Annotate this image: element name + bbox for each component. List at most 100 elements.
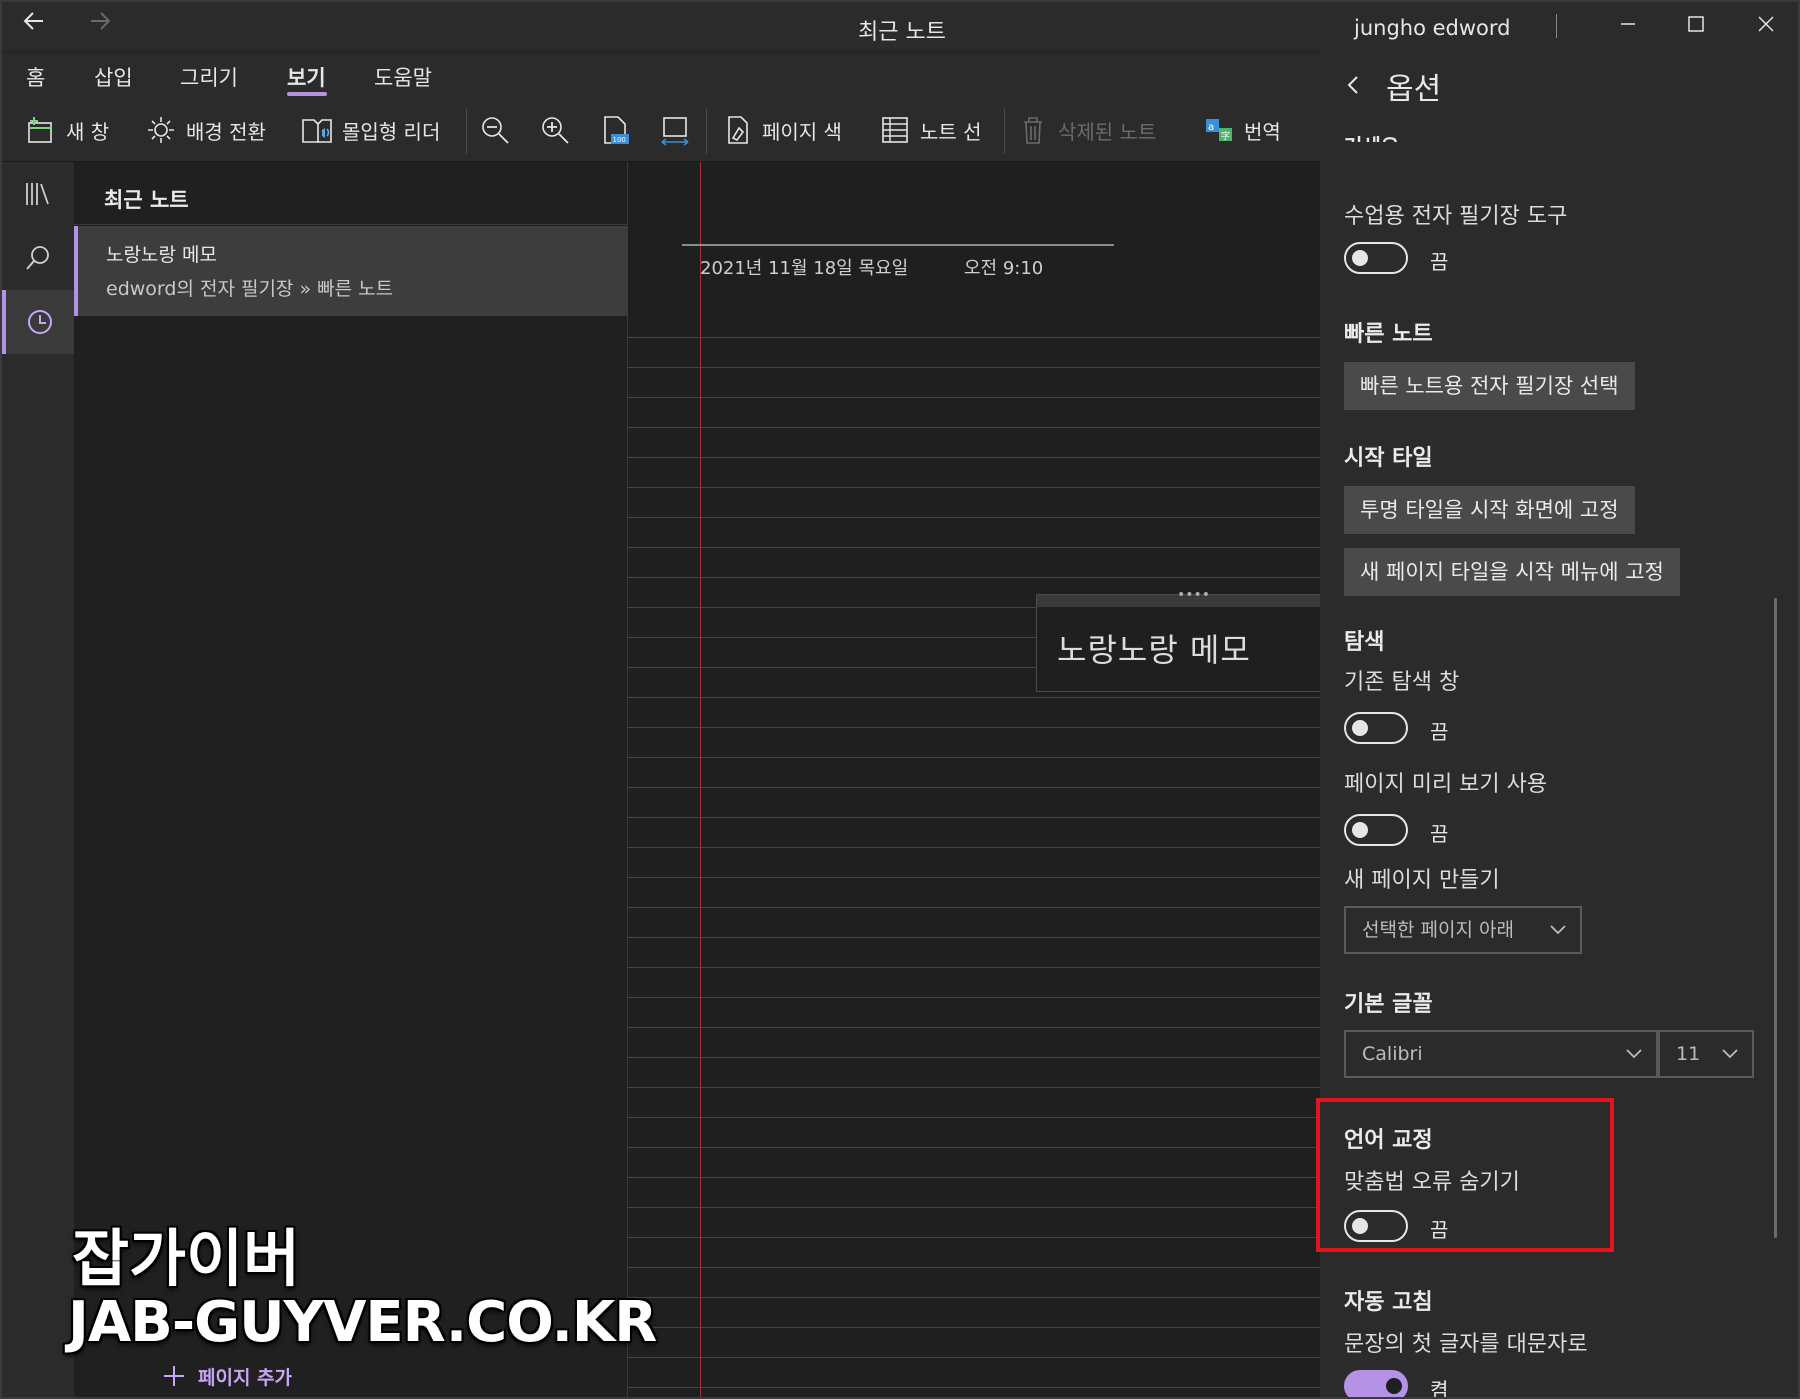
- navigation-heading: 탐색: [1344, 630, 1385, 655]
- zoom-in-icon: [538, 113, 572, 147]
- close-icon: [1758, 16, 1774, 32]
- chevron-down-icon: [1550, 925, 1566, 935]
- zoom-out-button[interactable]: [478, 110, 512, 150]
- options-title: 옵션: [1386, 72, 1442, 107]
- tab-draw[interactable]: 그리기: [180, 62, 238, 92]
- list-item[interactable]: 노랑노랑 메모 edword의 전자 필기장 » 빠른 노트: [74, 226, 628, 316]
- drag-dots-icon: ••••: [1177, 587, 1211, 603]
- note-title: 노랑노랑 메모: [106, 244, 217, 266]
- quick-notes-heading: 빠른 노트: [1344, 322, 1433, 347]
- new-page-label: 새 페이지 만들기: [1344, 868, 1500, 893]
- canvas-header-area: [628, 162, 1320, 322]
- new-window-icon: [24, 113, 58, 147]
- new-window-button[interactable]: 새 창: [24, 110, 109, 150]
- start-tile-heading: 시작 타일: [1344, 446, 1433, 471]
- switch-background-button[interactable]: 배경 전환: [144, 110, 266, 150]
- minimize-button[interactable]: [1608, 10, 1648, 42]
- note-container[interactable]: •••• 노랑노랑 메모: [1036, 587, 1320, 692]
- legacy-navigation-toggle[interactable]: [1344, 712, 1408, 744]
- active-tab-indicator: [287, 92, 327, 96]
- toolbar-divider: [466, 108, 467, 154]
- dropdown-value: Calibri: [1362, 1043, 1423, 1065]
- svg-text:a: a: [1208, 122, 1214, 133]
- page-color-icon: [720, 113, 754, 147]
- immersive-reader-label: 몰입형 리더: [342, 119, 441, 144]
- library-icon: [26, 183, 49, 205]
- capitalize-toggle[interactable]: [1344, 1370, 1408, 1397]
- onenote-window: 최근 노트 jungho edword 홈 삽입 그리기 보기 도움말 새 창 …: [0, 0, 1800, 1399]
- immersive-reader-button[interactable]: 몰입형 리더: [300, 110, 440, 150]
- minimize-icon: [1621, 23, 1635, 25]
- toolbar-divider: [706, 108, 707, 154]
- legacy-navigation-label: 기존 탐색 창: [1344, 670, 1460, 695]
- translate-label: 번역: [1244, 119, 1281, 144]
- capitalize-label: 문장의 첫 글자를 대문자로: [1344, 1332, 1588, 1357]
- account-name[interactable]: jungho edword: [1354, 16, 1511, 40]
- watermark-title: 잡가이버: [72, 1222, 301, 1295]
- page-width-button[interactable]: [658, 110, 692, 150]
- switch-background-label: 배경 전환: [186, 119, 266, 144]
- chevron-down-icon: [1722, 1049, 1738, 1059]
- search-button[interactable]: [2, 226, 74, 290]
- classroom-tools-toggle[interactable]: [1344, 242, 1408, 274]
- dropdown-value: 선택한 페이지 아래: [1362, 919, 1514, 941]
- back-chevron-icon[interactable]: [1344, 69, 1362, 104]
- new-window-label: 새 창: [66, 119, 110, 144]
- quick-notes-notebook-button[interactable]: 빠른 노트용 전자 필기장 선택: [1344, 362, 1635, 410]
- toolbar-divider: [1004, 108, 1005, 154]
- toggle-state: 끔: [1430, 720, 1449, 744]
- page-preview-toggle[interactable]: [1344, 814, 1408, 846]
- deleted-notes-label: 삭제된 노트: [1058, 119, 1157, 144]
- pin-new-page-tile-button[interactable]: 새 페이지 타일을 시작 메뉴에 고정: [1344, 548, 1680, 596]
- toggle-state: 켬: [1430, 1378, 1449, 1399]
- title-separator: [1556, 14, 1557, 38]
- note-canvas[interactable]: 2021년 11월 18일 목요일 오전 9:10 •••• 노랑노랑 메모: [628, 162, 1320, 1397]
- tab-home[interactable]: 홈: [26, 62, 45, 92]
- note-body-text[interactable]: 노랑노랑 메모: [1057, 625, 1251, 671]
- recent-notes-button[interactable]: [2, 290, 74, 354]
- autocorrect-heading: 자동 고침: [1344, 1290, 1433, 1315]
- window-title: 최근 노트: [858, 20, 946, 45]
- zoom-100-button[interactable]: 100: [598, 110, 632, 150]
- tab-help[interactable]: 도움말: [374, 62, 432, 92]
- maximize-icon: [1688, 16, 1704, 32]
- immersive-reader-icon: [300, 113, 334, 147]
- pin-transparent-tile-button[interactable]: 투명 타일을 시작 화면에 고정: [1344, 486, 1635, 534]
- new-page-dropdown[interactable]: 선택한 페이지 아래: [1344, 906, 1582, 954]
- page-100-icon: 100: [598, 113, 632, 147]
- note-date: 2021년 11월 18일 목요일: [700, 258, 909, 279]
- chevron-down-icon: [1626, 1049, 1642, 1059]
- rule-lines-icon: [878, 113, 912, 147]
- note-time: 오전 9:10: [964, 258, 1044, 279]
- panel-divider: [74, 224, 628, 225]
- rule-lines-button[interactable]: 노트 선: [878, 110, 982, 150]
- svg-text:100: 100: [613, 136, 626, 144]
- dropdown-value: 11: [1676, 1043, 1701, 1065]
- title-bar: 최근 노트 jungho edword: [2, 2, 1798, 50]
- close-button[interactable]: [1746, 10, 1786, 42]
- notebooks-button[interactable]: [2, 162, 74, 226]
- toggle-knob: [1386, 1378, 1402, 1394]
- default-font-heading: 기본 글꼴: [1344, 992, 1433, 1017]
- page-color-label: 페이지 색: [762, 119, 842, 144]
- trash-icon: [1016, 113, 1050, 147]
- zoom-in-button[interactable]: [538, 110, 572, 150]
- toggle-knob: [1352, 250, 1368, 266]
- maximize-button[interactable]: [1676, 10, 1716, 42]
- font-family-dropdown[interactable]: Calibri: [1344, 1030, 1658, 1078]
- translate-button[interactable]: a字 번역: [1202, 110, 1281, 150]
- tab-view[interactable]: 보기: [287, 62, 326, 92]
- highlight-box: [1316, 1098, 1614, 1252]
- sun-icon: [144, 113, 178, 147]
- tab-insert[interactable]: 삽입: [94, 62, 133, 92]
- page-color-button[interactable]: 페이지 색: [720, 110, 842, 150]
- watermark-url: JAB-GUYVER.CO.KR: [68, 1290, 657, 1355]
- font-size-dropdown[interactable]: 11: [1658, 1030, 1754, 1078]
- clipped-text: 거세요.: [1344, 130, 1407, 142]
- options-scrollbar[interactable]: [1774, 598, 1777, 1238]
- title-underline: [682, 244, 1114, 246]
- add-page-button[interactable]: 페이지 추가: [90, 1352, 628, 1397]
- deleted-notes-button[interactable]: 삭제된 노트: [1016, 110, 1156, 150]
- search-icon: [26, 246, 49, 270]
- page-preview-label: 페이지 미리 보기 사용: [1344, 772, 1548, 797]
